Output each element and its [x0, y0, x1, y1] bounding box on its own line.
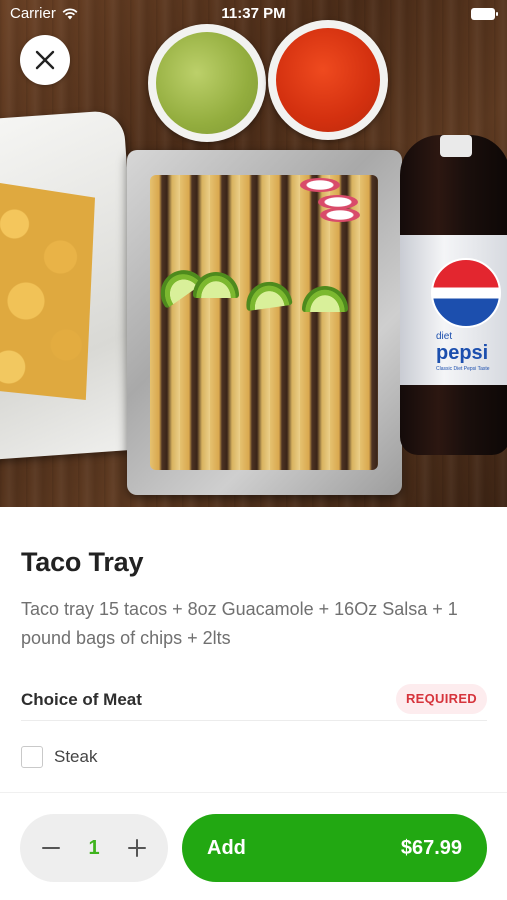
- decrease-quantity-button[interactable]: [26, 814, 76, 882]
- bottle-diet-text: diet: [436, 331, 453, 342]
- chips-illustration: [0, 180, 95, 400]
- minus-icon: [42, 847, 60, 849]
- bottle-brand-text: diet pepsi: [436, 331, 489, 365]
- bottom-action-bar: 1 Add $67.99: [0, 792, 507, 900]
- quantity-stepper: 1: [20, 814, 168, 882]
- salsa-cup: [268, 20, 388, 140]
- bottle-cap: [440, 135, 472, 157]
- plus-icon: [128, 839, 146, 857]
- section-title: Choice of Meat: [21, 690, 142, 709]
- battery-icon: [471, 8, 498, 20]
- option-label: Steak: [54, 747, 98, 766]
- radish-slice: [300, 178, 340, 192]
- meat-choice-section-header: Choice of Meat REQUIRED: [21, 683, 487, 721]
- required-badge: REQUIRED: [395, 684, 487, 714]
- status-bar: Carrier 11:37 PM: [0, 0, 507, 28]
- item-detail-screen: diet pepsi Classic Diet Pepsi Taste Carr…: [0, 0, 507, 900]
- status-time: 11:37 PM: [221, 5, 286, 22]
- guacamole-cup: [148, 24, 266, 142]
- bottle-tagline: Classic Diet Pepsi Taste: [436, 366, 490, 372]
- close-icon: [35, 50, 55, 70]
- item-description: Taco tray 15 tacos + 8oz Guacamole + 16O…: [21, 599, 458, 648]
- add-label: Add: [207, 837, 246, 859]
- bottle-brand-name: pepsi: [436, 342, 489, 364]
- item-title: Taco Tray: [21, 547, 144, 577]
- steak-checkbox[interactable]: [21, 746, 43, 768]
- add-to-cart-button[interactable]: Add $67.99: [182, 814, 487, 882]
- quantity-value: 1: [88, 837, 100, 859]
- close-button[interactable]: [20, 35, 70, 85]
- radish-slice: [318, 195, 358, 209]
- pepsi-logo-icon: [431, 258, 501, 328]
- option-row-steak[interactable]: Steak: [21, 743, 487, 771]
- radish-slice: [320, 208, 360, 222]
- item-photo: diet pepsi Classic Diet Pepsi Taste Carr…: [0, 0, 507, 507]
- add-price: $67.99: [400, 837, 462, 859]
- increase-quantity-button[interactable]: [112, 814, 162, 882]
